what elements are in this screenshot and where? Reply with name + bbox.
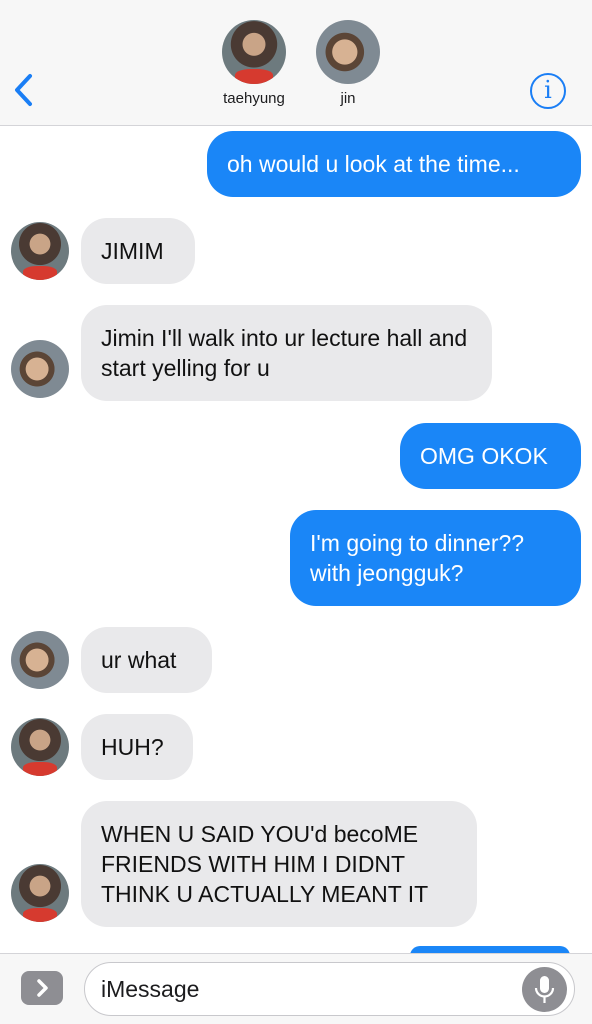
- message-text: Jimin I'll walk into ur lecture hall and…: [101, 325, 468, 381]
- message-text: oh would u look at the time...: [227, 151, 520, 177]
- avatar: [316, 20, 380, 84]
- message-text: WHEN U SAID YOU'd becoME FRIENDS WITH HI…: [101, 821, 429, 907]
- message-bubble-received[interactable]: Jimin I'll walk into ur lecture hall and…: [81, 305, 492, 401]
- avatar[interactable]: [11, 864, 69, 922]
- message-text: JIMIM: [101, 238, 164, 264]
- back-button[interactable]: [10, 70, 40, 110]
- message-bubble-sent[interactable]: I'm going to dinner?? with jeongguk?: [290, 510, 581, 606]
- message-bubble-received[interactable]: HUH?: [81, 714, 193, 780]
- message-input-placeholder: iMessage: [101, 976, 200, 1002]
- message-bubble-received[interactable]: JIMIM: [81, 218, 195, 284]
- avatar[interactable]: [11, 718, 69, 776]
- message-bubble-received[interactable]: WHEN U SAID YOU'd becoME FRIENDS WITH HI…: [81, 801, 477, 927]
- apps-button[interactable]: [21, 971, 63, 1005]
- avatar: [222, 20, 286, 84]
- message-text: ur what: [101, 647, 177, 673]
- chevron-left-icon: [15, 74, 32, 106]
- chevron-right-icon: [37, 979, 48, 997]
- message-text: HUH?: [101, 734, 164, 760]
- message-text: OMG OKOK: [420, 443, 548, 469]
- message-input[interactable]: iMessage: [84, 962, 575, 1016]
- message-bubble-sent[interactable]: oh would u look at the time...: [207, 131, 581, 197]
- conversation-header: taehyung jin i: [0, 0, 592, 126]
- contact-jin[interactable]: jin: [303, 20, 393, 107]
- contact-name: taehyung: [223, 90, 285, 107]
- microphone-icon: [534, 976, 555, 1003]
- info-icon: i: [544, 76, 552, 104]
- contact-taehyung[interactable]: taehyung: [209, 20, 299, 107]
- contact-name: jin: [340, 90, 356, 107]
- avatar[interactable]: [11, 222, 69, 280]
- avatar[interactable]: [11, 631, 69, 689]
- avatar[interactable]: [11, 340, 69, 398]
- microphone-button[interactable]: [522, 967, 567, 1012]
- message-text: I'm going to dinner?? with jeongguk?: [310, 530, 525, 586]
- message-bubble-received[interactable]: ur what: [81, 627, 212, 693]
- message-bubble-sent[interactable]: OMG OKOK: [400, 423, 581, 489]
- compose-bar: iMessage: [0, 953, 592, 1024]
- info-button[interactable]: i: [530, 73, 566, 109]
